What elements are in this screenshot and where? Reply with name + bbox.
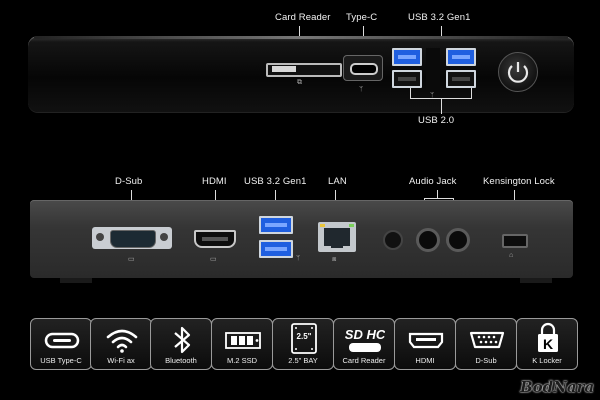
watermark-logo: BodNara (520, 378, 595, 396)
label-hdmi-rear: HDMI (202, 176, 227, 187)
usb-rear-symbol-icon: ᛘ (296, 255, 301, 262)
hdmi-icon (408, 332, 444, 349)
feature-tile-hdmi: HDMI (394, 318, 456, 370)
k-lock-icon: K (538, 322, 558, 352)
dc-in-port (383, 230, 403, 250)
feature-label: HDMI (415, 356, 435, 365)
feature-tile-bluetooth: Bluetooth (150, 318, 212, 370)
label-type-c-front: Type-C (346, 12, 378, 23)
rear-foot-right (520, 278, 552, 283)
audio-jack-1 (416, 228, 440, 252)
feature-tile-k-locker: K K Locker (516, 318, 578, 370)
bracket-audio (424, 198, 454, 199)
feature-tile-dsub: D-Sub (455, 318, 517, 370)
drive-bay-icon: 2.5" (291, 323, 317, 354)
lan-symbol-icon: ⧈ (332, 256, 337, 263)
feature-label: Bluetooth (165, 356, 197, 365)
label-lan: LAN (328, 176, 347, 187)
leader-usb32-front (441, 26, 442, 36)
feature-tile-usb-type-c: USB Type-C (30, 318, 92, 370)
bluetooth-icon (174, 326, 191, 354)
label-usb32-rear: USB 3.2 Gen1 (244, 176, 307, 187)
drive-bay-badge: 2.5" (297, 332, 312, 341)
label-usb20: USB 2.0 (418, 115, 455, 126)
usb32-port-front-1 (392, 48, 422, 66)
usb-type-c-icon (44, 332, 80, 349)
card-reader-symbol-icon: ⧉ (297, 79, 302, 86)
feature-label: Card Reader (342, 356, 386, 365)
m2-ssd-icon (225, 332, 261, 349)
label-kensington: Kensington Lock (483, 176, 555, 187)
hdmi-port (194, 230, 236, 248)
bracket-usb20-left (410, 88, 411, 98)
usb-front-divider (426, 48, 440, 88)
audio-jack-2 (446, 228, 470, 252)
type-c-slot (350, 63, 378, 75)
kensington-symbol-icon: ⌂ (509, 252, 514, 259)
usb20-port-front-1 (392, 70, 422, 88)
hdmi-symbol-icon: ▭ (210, 256, 217, 263)
usb-symbol-icon: ᛘ (359, 86, 364, 93)
leader-audio (437, 190, 438, 198)
feature-label: D-Sub (475, 356, 497, 365)
feature-tile-drive-bay: 2.5" 2.5" BAY (272, 318, 334, 370)
label-dsub-rear: D-Sub (115, 176, 143, 187)
sdhc-badge: SD HC (345, 327, 385, 342)
dsub-symbol-icon: ▭ (128, 256, 135, 263)
kensington-slot (502, 234, 528, 248)
feature-label: USB Type-C (40, 356, 82, 365)
dsub-icon (469, 331, 505, 349)
front-panel-edge (34, 36, 568, 39)
power-button (498, 52, 538, 92)
feature-label: Wi-Fi ax (107, 356, 135, 365)
k-lock-badge: K (543, 336, 553, 352)
usb20-port-front-2 (446, 70, 476, 88)
card-reader-inner (272, 66, 296, 72)
lan-port (318, 222, 356, 252)
leader-usb20 (441, 98, 442, 114)
usb32-port-rear-1 (259, 216, 293, 234)
wifi-icon (106, 329, 138, 353)
usb32-port-rear-2 (259, 240, 293, 258)
power-icon (507, 62, 529, 83)
label-audio-jack: Audio Jack (409, 176, 457, 187)
usb32-port-front-2 (446, 48, 476, 66)
feature-label: K Locker (532, 356, 562, 365)
feature-tile-wifi: Wi-Fi ax (90, 318, 152, 370)
dsub-port (92, 227, 172, 249)
bracket-usb20-right (471, 88, 472, 98)
feature-label: M.2 SSD (226, 356, 257, 365)
label-usb32-front: USB 3.2 Gen1 (408, 12, 471, 23)
feature-tile-card-reader: SD HC Card Reader (333, 318, 395, 370)
label-card-reader: Card Reader (275, 12, 331, 23)
feature-tile-m2-ssd: M.2 SSD (211, 318, 273, 370)
feature-label: 2.5" BAY (288, 356, 318, 365)
rear-foot-left (60, 278, 92, 283)
sdhc-card-icon: SD HC (345, 327, 385, 352)
